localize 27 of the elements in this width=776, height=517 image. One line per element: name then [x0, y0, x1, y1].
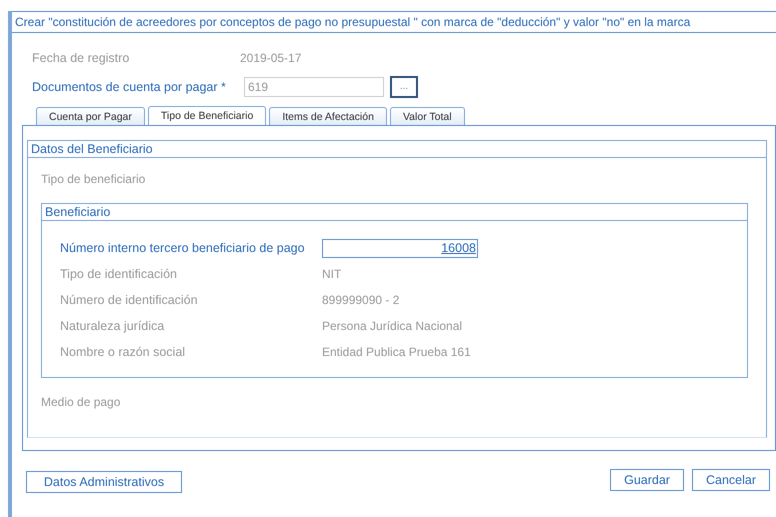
field-label: Número de identificación: [60, 293, 199, 307]
field-value: NIT: [322, 267, 342, 281]
field-label: Nombre o razón social: [60, 345, 186, 359]
field-value: Persona Jurídica Nacional: [322, 319, 462, 333]
tab[interactable]: Valor Total: [390, 107, 465, 125]
field-value: 2019-05-17: [240, 50, 302, 64]
field-label: Medio de pago: [41, 395, 122, 409]
action-button[interactable]: Cancelar: [692, 469, 770, 491]
section-title: Beneficiario: [42, 204, 747, 221]
input-field[interactable]: 16008: [322, 238, 478, 258]
browse-button[interactable]: ...: [390, 76, 418, 98]
field-label: Fecha de registro: [31, 50, 130, 64]
action-button[interactable]: Guardar: [610, 469, 684, 491]
field-label: Naturaleza jurídica: [60, 319, 166, 333]
window-title: Crear "constitución de acreedores por conceptos de pago no presupuestal " con marca de "deducción" y valor "no" en la marca: [12, 11, 776, 33]
field-value: Entidad Publica Prueba 161: [322, 345, 471, 359]
tab[interactable]: Items de Afectación: [269, 107, 387, 125]
tab[interactable]: Tipo de Beneficiario: [148, 106, 266, 125]
field-value: 899999090 - 2: [322, 293, 400, 307]
input-field[interactable]: 619: [244, 76, 384, 96]
field-label: Tipo de identificación: [60, 267, 178, 281]
tab[interactable]: Cuenta por Pagar: [36, 107, 145, 125]
field-label: Número interno tercero beneficiario de pago: [60, 241, 306, 255]
field-label: Documentos de cuenta por pagar *: [31, 80, 227, 94]
section-title: Datos del Beneficiario: [28, 141, 766, 158]
admin-button[interactable]: Datos Administrativos: [26, 471, 182, 493]
field-label: Tipo de beneficiario: [41, 172, 146, 186]
